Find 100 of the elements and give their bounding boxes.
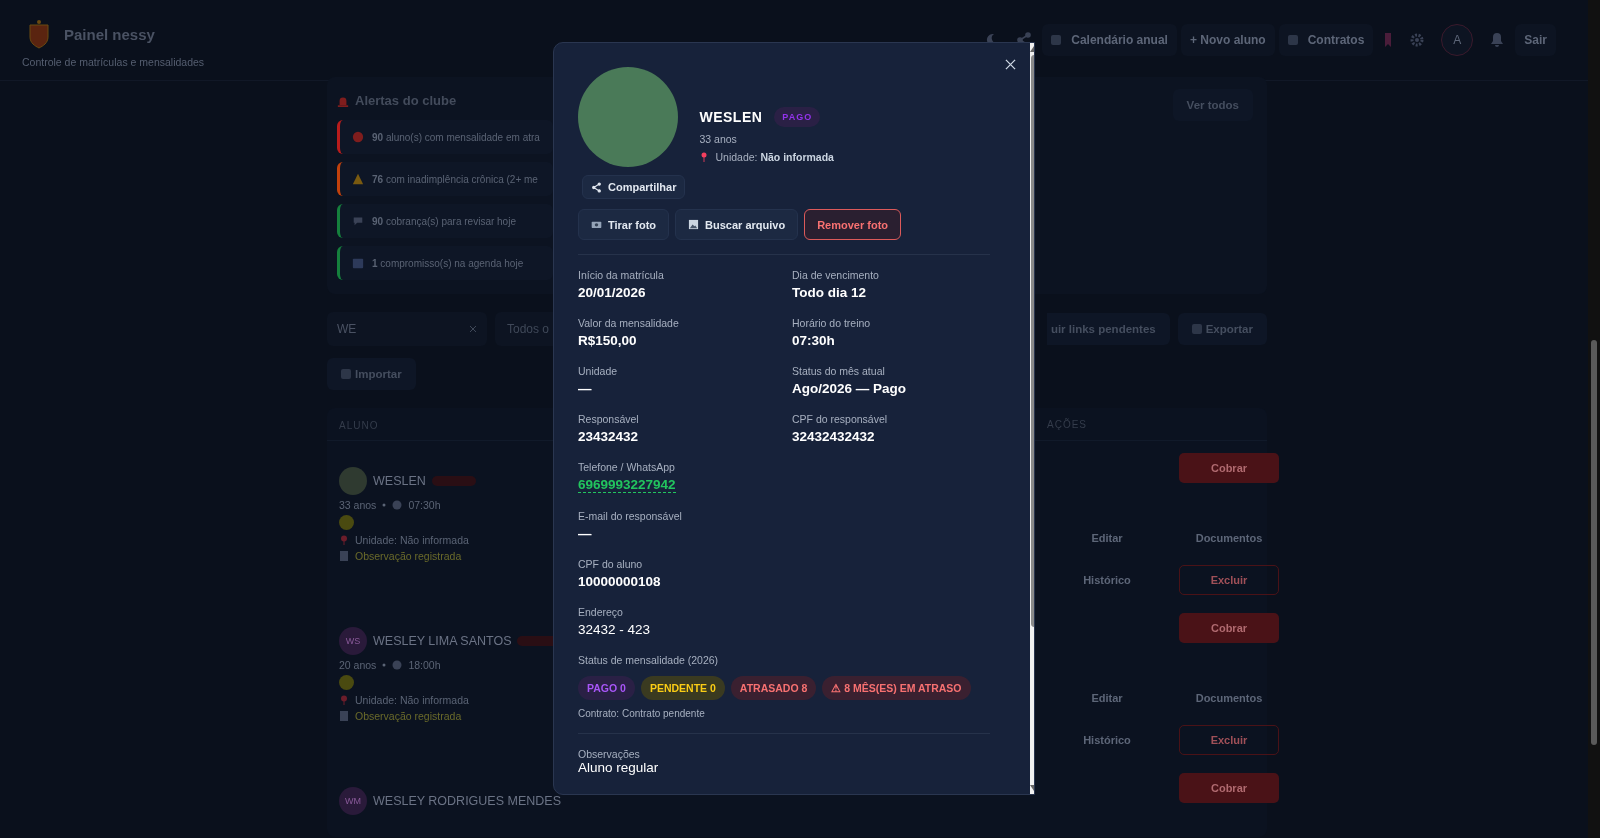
take-photo-button[interactable]: Tirar foto [578, 209, 670, 240]
field-label: Responsável [578, 413, 640, 425]
field-value: Ago/2026 — Pago [792, 381, 908, 396]
links-button[interactable]: uir links pendentes [1046, 313, 1170, 345]
unit-text: Unidade: Não informada [355, 694, 469, 706]
share-button[interactable]: Compartilhar [582, 175, 686, 199]
note-text: Observação registrada [355, 710, 462, 722]
field-label: CPF do responsável [792, 413, 889, 425]
close-icon[interactable] [1005, 59, 1016, 70]
field-label: Início da matrícula [578, 269, 665, 281]
header-button[interactable]: Calendário anual [1042, 24, 1177, 56]
action-button[interactable]: Editar [1057, 523, 1157, 553]
field-value: — [578, 526, 593, 541]
header-button[interactable]: + Novo aluno [1180, 24, 1275, 56]
browse-file-button[interactable]: Buscar arquivo [675, 209, 799, 240]
search-field[interactable]: WE [327, 312, 487, 346]
action-button[interactable]: Editar [1057, 683, 1157, 713]
field-value: 10000000108 [578, 574, 662, 589]
alert-item[interactable]: 1 compromisso(s) na agenda hoje [337, 246, 553, 280]
action-button[interactable]: Histórico [1057, 725, 1157, 755]
app-title: Painel nessy [64, 25, 155, 43]
field-label: Endereço [578, 606, 624, 618]
field-label: Status de mensalidade (2026) [578, 654, 720, 666]
delete-button[interactable]: Excluir [1179, 725, 1279, 755]
student-name[interactable]: WESLEY RODRIGUES MENDES [373, 794, 561, 808]
status-dot-icon [352, 131, 364, 143]
status-chip: ATRASADO 8 [730, 676, 817, 700]
pin-icon [339, 695, 349, 705]
speech-bubble-icon [352, 215, 364, 227]
share-icon [591, 181, 602, 193]
alert-text: 1 compromisso(s) na agenda hoje [372, 257, 524, 269]
round-badge-icon [339, 675, 354, 690]
field-label: Dia de vencimento [792, 269, 880, 281]
student-name[interactable]: WESLEN [373, 474, 426, 488]
status-chip: PENDENTE 0 [640, 676, 725, 700]
document-icon [339, 551, 349, 561]
charge-button[interactable]: Cobrar [1179, 613, 1279, 643]
initials-avatar: WS [339, 627, 367, 655]
action-button[interactable]: Documentos [1179, 523, 1279, 553]
field-value: 07:30h [792, 333, 836, 348]
alerts-title: Alertas do clube [355, 93, 457, 108]
charge-button[interactable]: Cobrar [1179, 773, 1279, 803]
view-all-button[interactable]: Ver todos [1172, 89, 1253, 121]
field-label: Unidade [578, 365, 619, 377]
pin-icon [339, 535, 349, 545]
field-value: — [578, 381, 593, 396]
logout-button[interactable]: Sair [1515, 24, 1556, 56]
bell-icon[interactable] [1489, 32, 1506, 48]
charge-button[interactable]: Cobrar [1179, 453, 1279, 483]
field-label: Horário do treino [792, 317, 872, 329]
delete-button[interactable]: Excluir [1179, 565, 1279, 595]
field-label: Status do mês atual [792, 365, 886, 377]
alert-item[interactable]: 90 aluno(s) com mensalidade em atra [337, 120, 553, 154]
field-value: 20/01/2026 [578, 285, 647, 300]
camera-icon [591, 219, 602, 230]
initials-avatar: WM [339, 787, 367, 815]
document-icon [339, 711, 349, 721]
clock-icon [392, 660, 403, 670]
status-badge: PAGO [774, 107, 821, 127]
note-text: Observação registrada [355, 550, 462, 562]
field-label: Observações [578, 748, 641, 760]
student-age: 33 anos [699, 133, 738, 145]
field-label: CPF do aluno [578, 558, 644, 570]
student-age: 20 anos [339, 659, 377, 671]
field-value: 32432 - 423 [578, 622, 652, 637]
alert-text: 76 com inadimplência crônica (2+ me [372, 173, 538, 185]
clock-icon [392, 500, 403, 510]
alert-text: 90 cobrança(s) para revisar hoje [372, 215, 516, 227]
clear-icon[interactable] [469, 325, 477, 333]
field-value: R$150,00 [578, 333, 638, 348]
picture-icon [688, 219, 700, 230]
remove-photo-button[interactable]: Remover foto [804, 209, 902, 240]
unit-text: Unidade: Não informada [355, 534, 469, 546]
header-button[interactable]: Contratos [1278, 24, 1374, 56]
field-label: Valor da mensalidade [578, 317, 680, 329]
settings-icon[interactable] [1409, 32, 1426, 48]
field-value: Aluno regular [578, 760, 660, 775]
page-scrollbar[interactable] [1588, 0, 1600, 838]
export-button[interactable]: Exportar [1177, 313, 1267, 345]
contract-status: Contrato: Contrato pendente [578, 708, 706, 719]
alert-item[interactable]: 90 cobrança(s) para revisar hoje [337, 204, 553, 238]
warning-icon [352, 173, 364, 185]
field-value: Todo dia 12 [792, 285, 867, 300]
field-value: 32432432432 [792, 429, 876, 444]
student-name[interactable]: WESLEY LIMA SANTOS [373, 634, 512, 648]
import-button[interactable]: Importar [327, 358, 416, 390]
round-badge-icon [339, 515, 354, 530]
student-age: 33 anos [339, 499, 377, 511]
unit-text: Unidade: Não informada [715, 151, 834, 163]
action-button[interactable]: Histórico [1057, 565, 1157, 595]
alert-item[interactable]: 76 com inadimplência crônica (2+ me [337, 162, 553, 196]
field-label: Telefone / WhatsApp [578, 461, 676, 473]
field-value: 23432432 [578, 429, 640, 444]
status-chip: ⚠ 8 MÊS(ES) EM ATRASO [822, 676, 971, 700]
action-button[interactable]: Documentos [1179, 683, 1279, 713]
phone-link[interactable]: 6969993227942 [578, 477, 676, 493]
training-time: 18:00h [408, 659, 441, 671]
app-subtitle: Controle de matrículas e mensalidades [22, 56, 205, 68]
status-chip: PAGO 0 [578, 676, 635, 700]
user-avatar[interactable]: A [1441, 24, 1474, 56]
